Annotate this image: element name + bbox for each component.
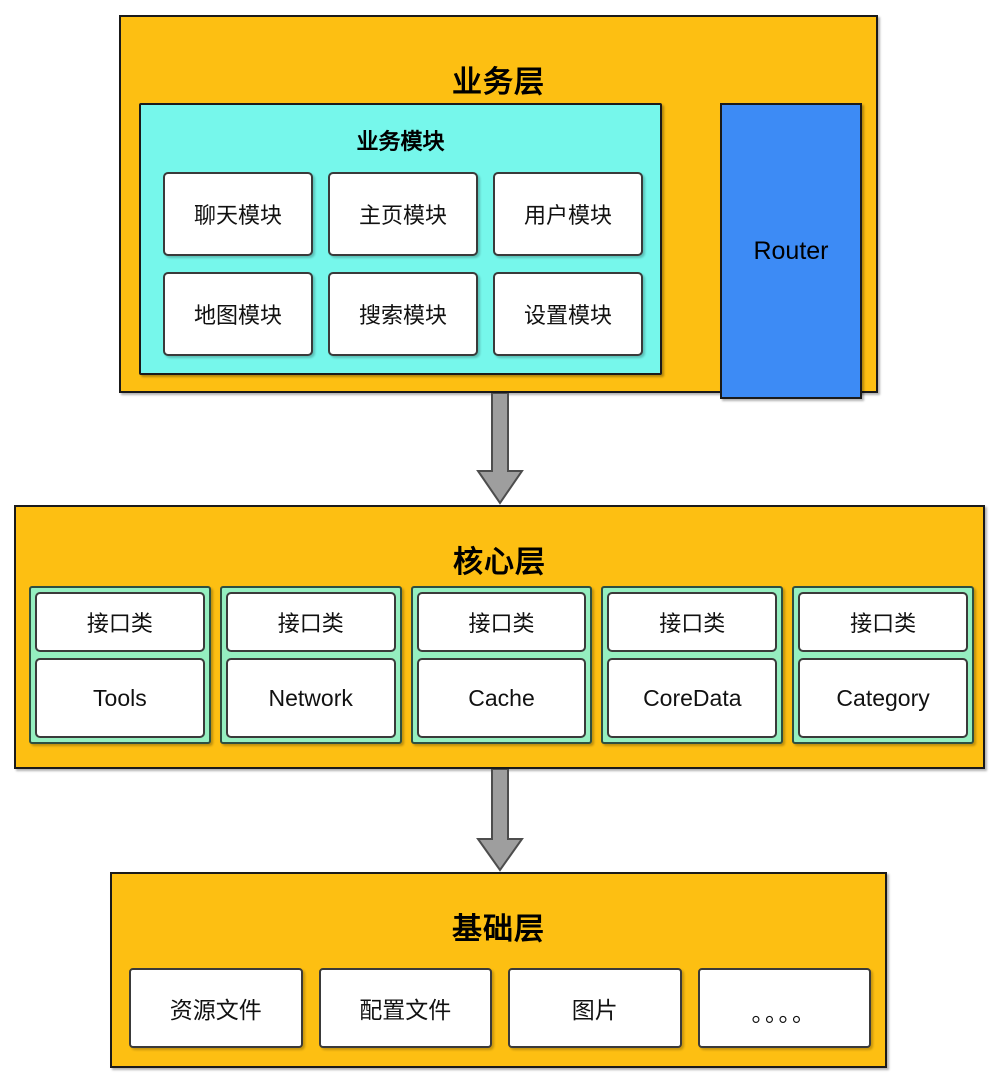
core-impl-label: Tools	[93, 684, 147, 711]
core-impl-box-cache[interactable]: Cache	[416, 658, 587, 738]
foundation-label: 资源文件	[169, 997, 262, 1023]
core-layer: 核心层 接口类 Tools 接口类 Network 接口类 Cache 接口类 …	[14, 505, 985, 769]
module-box-map[interactable]: 地图模块	[163, 272, 313, 356]
foundation-box-config[interactable]: 配置文件	[318, 968, 492, 1048]
foundation-box-more[interactable]: 。。。。	[697, 968, 871, 1048]
module-box-settings[interactable]: 设置模块	[493, 272, 643, 356]
core-column-cache: 接口类 Cache	[410, 586, 593, 744]
module-label: 用户模块	[523, 203, 612, 228]
core-impl-box-tools[interactable]: Tools	[35, 658, 205, 738]
arrow-business-to-core	[470, 393, 530, 507]
core-impl-label: CoreData	[643, 684, 742, 711]
core-interface-box[interactable]: 接口类	[416, 592, 587, 652]
core-column-category: 接口类 Category	[792, 586, 974, 744]
core-impl-box-network[interactable]: Network	[225, 658, 396, 738]
core-impl-label: Category	[836, 684, 930, 711]
foundation-layer-title: 基础层	[452, 913, 545, 946]
core-column-coredata: 接口类 CoreData	[601, 586, 784, 744]
business-layer-title: 业务层	[452, 66, 545, 99]
core-interface-label: 接口类	[850, 611, 917, 636]
core-interface-label: 接口类	[659, 611, 726, 636]
foundation-label: 图片	[571, 997, 618, 1023]
module-box-home[interactable]: 主页模块	[328, 172, 478, 256]
business-module-grid: 聊天模块 主页模块 用户模块 地图模块 搜索模块 设置模块	[163, 172, 643, 356]
module-box-search[interactable]: 搜索模块	[328, 272, 478, 356]
arrow-core-to-foundation	[470, 769, 530, 874]
core-interface-box[interactable]: 接口类	[225, 592, 396, 652]
foundation-box-resources[interactable]: 资源文件	[129, 968, 303, 1048]
module-label: 设置模块	[523, 303, 612, 328]
module-label: 地图模块	[193, 303, 282, 328]
foundation-label: 。。。。	[751, 1000, 817, 1026]
core-interface-box[interactable]: 接口类	[35, 592, 205, 652]
core-interface-box[interactable]: 接口类	[607, 592, 778, 652]
core-interface-label: 接口类	[86, 611, 153, 636]
core-impl-box-coredata[interactable]: CoreData	[607, 658, 778, 738]
foundation-label: 配置文件	[359, 997, 452, 1023]
foundation-box-images[interactable]: 图片	[508, 968, 682, 1048]
foundation-layer-grid: 资源文件 配置文件 图片 。。。。	[129, 968, 871, 1048]
down-arrow-icon	[476, 769, 524, 872]
core-impl-box-category[interactable]: Category	[798, 658, 968, 738]
business-module-panel: 业务模块 聊天模块 主页模块 用户模块 地图模块 搜索模块 设置模块	[139, 103, 662, 375]
foundation-layer: 基础层 资源文件 配置文件 图片 。。。。	[110, 872, 887, 1068]
core-interface-label: 接口类	[468, 611, 535, 636]
core-layer-title: 核心层	[453, 546, 546, 579]
module-box-chat[interactable]: 聊天模块	[163, 172, 313, 256]
module-label: 搜索模块	[358, 303, 447, 328]
module-label: 主页模块	[358, 203, 447, 228]
core-column-tools: 接口类 Tools	[29, 586, 211, 744]
core-interface-box[interactable]: 接口类	[798, 592, 968, 652]
module-box-user[interactable]: 用户模块	[493, 172, 643, 256]
core-interface-label: 接口类	[277, 611, 344, 636]
core-column-network: 接口类 Network	[219, 586, 402, 744]
business-layer: 业务层 业务模块 聊天模块 主页模块 用户模块 地图模块 搜索模块 设置模块 R…	[119, 15, 878, 399]
business-module-panel-title: 业务模块	[356, 129, 445, 154]
core-impl-label: Cache	[468, 684, 535, 711]
core-layer-grid: 接口类 Tools 接口类 Network 接口类 Cache 接口类 Core…	[29, 586, 974, 744]
module-label: 聊天模块	[193, 203, 282, 228]
down-arrow-icon	[476, 393, 524, 505]
router-label: Router	[753, 236, 829, 265]
router-box[interactable]: Router	[720, 103, 862, 399]
core-impl-label: Network	[268, 684, 353, 711]
